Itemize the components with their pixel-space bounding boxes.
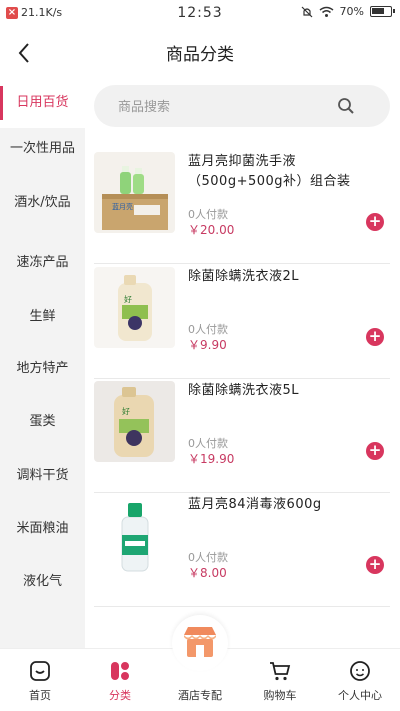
add-to-cart-button[interactable]: + <box>366 213 384 231</box>
sidebar-item-fresh[interactable]: 生鲜 <box>0 292 85 342</box>
nav-profile[interactable]: 个人中心 <box>320 649 400 711</box>
sidebar-item-disposables[interactable]: 一次性用品 <box>0 124 85 174</box>
home-icon <box>30 661 50 681</box>
divider <box>94 492 390 493</box>
svg-text:蓝月亮: 蓝月亮 <box>112 202 133 211</box>
svg-text:好: 好 <box>122 406 130 416</box>
nav-label: 个人中心 <box>338 689 382 702</box>
sidebar-item-label: 生鲜 <box>29 309 56 324</box>
svg-text:好: 好 <box>124 294 132 304</box>
product-item[interactable]: 好 除菌除螨洗衣液5L 0人付款 ￥19.90 + <box>94 381 390 493</box>
product-sold-count: 0人付款 <box>188 437 228 450</box>
mute-icon <box>301 6 312 17</box>
product-sold-count: 0人付款 <box>188 323 228 336</box>
header: 商品分类 <box>0 28 400 78</box>
product-name: 蓝月亮抑菌洗手液（500g+500g补）组合装 <box>188 154 351 189</box>
product-image-handwash: 蓝月亮 <box>94 152 175 233</box>
wifi-icon <box>319 6 334 17</box>
category-sidebar: 日用百货 一次性用品 酒水/饮品 速冻产品 生鲜 地方特产 蛋类 调料干货 米面… <box>0 78 85 648</box>
status-right: 70% <box>301 5 395 18</box>
product-name: 除菌除螨洗衣液5L <box>188 383 300 398</box>
sidebar-item-label: 蛋类 <box>29 414 56 429</box>
sidebar-item-label: 酒水/饮品 <box>14 195 71 210</box>
sidebar-item-label: 速冻产品 <box>16 255 69 270</box>
cart-icon <box>270 662 291 681</box>
nav-home[interactable]: 首页 <box>0 649 80 711</box>
product-item[interactable]: 蓝月亮 蓝月亮抑菌洗手液（500g+500g补）组合装 0人付款 ￥20.00 … <box>94 152 390 264</box>
sidebar-item-frozen[interactable]: 速冻产品 <box>0 238 85 288</box>
sidebar-item-grains-oil[interactable]: 米面粮油 <box>0 504 85 554</box>
sidebar-item-label: 一次性用品 <box>9 141 75 156</box>
nav-label: 购物车 <box>263 689 297 702</box>
shop-icon <box>184 627 216 657</box>
product-price: ￥9.90 <box>188 338 227 352</box>
product-name: 蓝月亮84消毒液600g <box>188 497 322 512</box>
sidebar-item-lpg[interactable]: 液化气 <box>0 557 85 607</box>
user-icon <box>350 661 370 681</box>
product-image-disinfectant <box>94 495 175 576</box>
product-item[interactable]: 好 除菌除螨洗衣液2L 0人付款 ￥9.90 + <box>94 267 390 379</box>
product-image-laundry-2l: 好 <box>94 267 175 348</box>
sidebar-item-label: 调料干货 <box>16 468 69 483</box>
sidebar-item-label: 米面粮油 <box>16 521 69 536</box>
nav-label: 酒店专配 <box>178 689 222 702</box>
nav-label: 首页 <box>29 689 51 702</box>
add-to-cart-button[interactable]: + <box>366 328 384 346</box>
search-icon[interactable] <box>336 96 356 116</box>
status-bar: × 21.1K/s 12:53 70% <box>0 0 400 28</box>
product-image-laundry-5l: 好 <box>94 381 175 462</box>
nav-cart[interactable]: 购物车 <box>240 649 320 711</box>
nav-label: 分类 <box>109 689 131 702</box>
product-price: ￥20.00 <box>188 223 235 237</box>
sidebar-item-eggs[interactable]: 蛋类 <box>0 397 85 447</box>
category-icon <box>111 662 129 680</box>
divider <box>94 606 390 607</box>
sidebar-item-label: 地方特产 <box>16 361 69 376</box>
page-title: 商品分类 <box>166 45 234 65</box>
product-name: 除菌除螨洗衣液2L <box>188 269 300 284</box>
hotel-supply-button[interactable] <box>172 615 228 671</box>
sidebar-item-label: 液化气 <box>22 574 62 589</box>
search-bar[interactable]: 商品搜索 <box>94 85 390 127</box>
add-to-cart-button[interactable]: + <box>366 556 384 574</box>
sidebar-item-label: 日用百货 <box>16 95 69 110</box>
divider <box>94 263 390 264</box>
sidebar-item-local-specialties[interactable]: 地方特产 <box>0 344 85 394</box>
add-to-cart-button[interactable]: + <box>366 442 384 460</box>
product-price: ￥19.90 <box>188 452 235 466</box>
battery-icon <box>370 6 395 17</box>
sidebar-item-drinks[interactable]: 酒水/饮品 <box>0 178 85 228</box>
divider <box>94 378 390 379</box>
product-sold-count: 0人付款 <box>188 208 228 221</box>
product-sold-count: 0人付款 <box>188 551 228 564</box>
sidebar-item-daily-goods[interactable]: 日用百货 <box>0 78 85 128</box>
product-item[interactable]: 蓝月亮84消毒液600g 0人付款 ￥8.00 + <box>94 495 390 607</box>
search-placeholder: 商品搜索 <box>118 100 171 115</box>
sidebar-item-seasonings[interactable]: 调料干货 <box>0 451 85 501</box>
nav-category[interactable]: 分类 <box>80 649 160 711</box>
product-price: ￥8.00 <box>188 566 227 580</box>
battery-percent: 70% <box>339 5 364 18</box>
